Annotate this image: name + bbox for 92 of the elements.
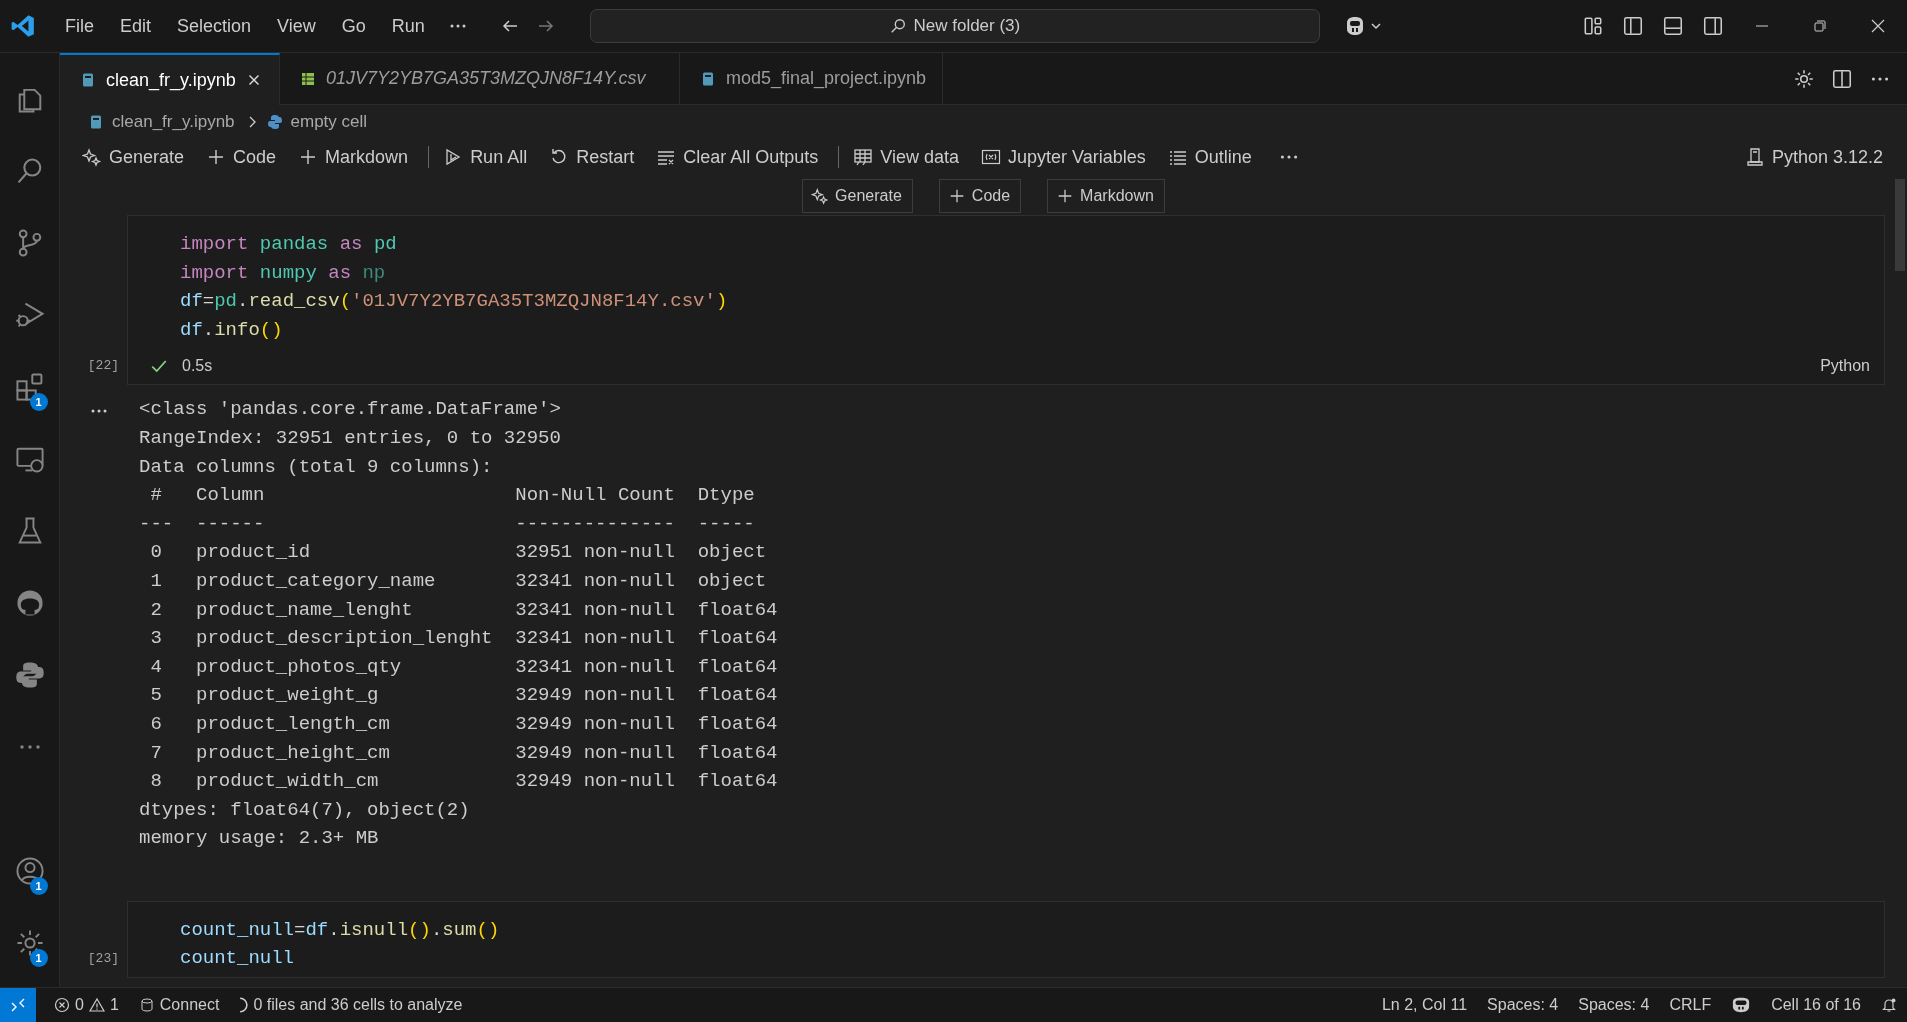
output-line: 3 product_description_lenght 32341 non-null float64 <box>149 626 778 652</box>
notebook-icon <box>700 70 716 87</box>
menu-item[interactable]: View <box>264 15 329 37</box>
spreadsheet-icon <box>300 70 316 87</box>
spinner-icon <box>239 997 249 1013</box>
execution-count: [22] <box>87 358 119 376</box>
output-line: --- ------ -------------- ----- <box>139 511 756 537</box>
insert-cell-button[interactable]: Generate <box>802 179 913 213</box>
notification-badge: 1 <box>29 877 48 895</box>
output-line: 1 product_category_name 32341 non-null object <box>149 568 768 594</box>
output-line: 7 product_height_cm 32949 non-null float64 <box>149 740 778 766</box>
output-line: <class 'pandas.core.frame.DataFrame'> <box>139 397 561 423</box>
toolbar-button[interactable]: Jupyter Variables <box>973 143 1154 171</box>
toolbar-button[interactable]: Markdown <box>290 143 417 171</box>
scrollbar[interactable] <box>1895 179 1905 271</box>
breadcrumb-item[interactable]: clean_fr_y.ipynb <box>112 112 235 132</box>
error-icon <box>54 997 70 1013</box>
editor-tab[interactable]: clean_fr_y.ipynb <box>60 53 280 105</box>
output-line: 2 product_name_lenght 32341 non-null float64 <box>149 597 778 623</box>
output-line: dtypes: float64(7), object(2) <box>139 797 470 823</box>
toolbar-button[interactable]: Restart <box>541 143 643 171</box>
cell-position[interactable]: Cell 16 of 16 <box>1761 996 1871 1014</box>
line-ending-status[interactable]: CRLF <box>1659 996 1722 1014</box>
output-line: memory usage: 2.3+ MB <box>139 826 379 852</box>
editor-tab[interactable]: 01JV7Y2YB7GA35T3MZQJN8F14Y.csv <box>280 53 680 105</box>
cursor-position[interactable]: Ln 2, Col 11 <box>1371 996 1478 1014</box>
execution-time: 0.5s <box>182 357 213 376</box>
warning-count[interactable]: 1 <box>109 996 119 1014</box>
output-line: 8 product_width_cm 32949 non-null float64 <box>149 769 778 795</box>
output-line: 5 product_weight_g 32949 non-null float64 <box>149 683 778 709</box>
code-line: import numpy as np <box>180 260 386 286</box>
panel-toggle-icon[interactable] <box>1662 15 1684 37</box>
search-icon <box>889 17 908 35</box>
secondary-sidebar-icon[interactable] <box>1702 15 1724 37</box>
bell-icon[interactable] <box>1881 997 1897 1013</box>
remote-icon <box>10 997 26 1013</box>
notebook-icon <box>80 72 96 88</box>
notebook-icon <box>88 114 104 130</box>
code-line: count_null=df.isnull().sum() <box>180 917 500 943</box>
editor-tab[interactable]: mod5_final_project.ipynb <box>680 53 944 105</box>
copilot-icon[interactable] <box>1731 996 1752 1014</box>
table-icon <box>853 147 874 167</box>
execution-count: [23] <box>87 951 119 969</box>
toolbar-button[interactable]: Clear All Outputs <box>648 143 827 171</box>
layout-icon[interactable] <box>1582 15 1604 37</box>
menu-item[interactable]: Edit <box>107 15 165 37</box>
output-line: 0 product_id 32951 non-null object <box>149 540 768 566</box>
indentation-status[interactable]: Spaces: 4 <box>1477 996 1569 1014</box>
code-cell[interactable]: import pandas as pd import numpy as np df=pd.read_csv('01JV7Y2YB7GA35T3MZQJN8F14Y.csv') df.info() 0.5s Python <box>127 215 1885 386</box>
python-icon[interactable] <box>13 659 46 691</box>
search-field[interactable]: New folder (3) <box>589 9 1320 43</box>
menu-item[interactable]: Run <box>378 15 438 37</box>
output-line: 6 product_length_cm 32949 non-null float64 <box>149 711 778 737</box>
python-icon <box>266 114 283 130</box>
database-icon <box>138 997 155 1013</box>
warning-icon <box>88 997 105 1013</box>
error-count[interactable]: 0 <box>75 996 84 1014</box>
settings-icon[interactable] <box>1793 67 1815 90</box>
notification-badge: 1 <box>29 393 48 411</box>
notification-badge: 1 <box>29 949 48 967</box>
toolbar-button[interactable]: Code <box>198 143 285 171</box>
output-line: RangeIndex: 32951 entries, 0 to 32950 <box>139 425 561 451</box>
split-editor-icon[interactable] <box>1831 67 1853 90</box>
breadcrumb-item[interactable]: empty cell <box>290 112 368 132</box>
code-cell[interactable]: count_null=df.isnull().sum() count_null <box>127 900 1885 979</box>
server-icon <box>1744 147 1765 167</box>
kernel-picker[interactable]: Python 3.12.2 <box>1736 143 1891 171</box>
sidebar-toggle-icon[interactable] <box>1622 15 1644 37</box>
connect-status[interactable]: Connect <box>159 996 220 1014</box>
code-line: import pandas as pd <box>180 232 397 257</box>
toolbar-button[interactable]: Outline <box>1159 143 1260 171</box>
output-line: 4 product_photos_qty 32341 non-null float64 <box>149 654 778 680</box>
sparkle-icon <box>811 187 830 205</box>
insert-cell-button[interactable]: Markdown <box>1047 179 1165 213</box>
analysis-status[interactable]: 0 files and 36 cells to analyze <box>253 996 463 1014</box>
sparkle-icon <box>82 147 102 167</box>
variables-icon <box>981 147 1001 167</box>
toolbar-button[interactable]: View data <box>845 143 967 171</box>
insert-cell-button[interactable]: Code <box>938 179 1022 213</box>
menu-item[interactable]: File <box>52 15 107 37</box>
cell-language[interactable]: Python <box>1820 357 1870 376</box>
toolbar-button[interactable]: Run All <box>435 143 536 171</box>
code-line: count_null <box>180 946 295 972</box>
vscode-logo[interactable] <box>10 13 36 39</box>
indentation-status[interactable]: Spaces: 4 <box>1568 996 1660 1014</box>
output-line: Data columns (total 9 columns): <box>139 454 493 480</box>
menu-item[interactable]: Selection <box>164 15 265 37</box>
menu-item[interactable]: Go <box>328 15 379 37</box>
toolbar-button[interactable]: Generate <box>74 143 193 171</box>
code-line: df=pd.read_csv('01JV7Y2YB7GA35T3MZQJN8F14Y.csv') <box>180 289 728 315</box>
output-line: # Column Non-Null Count Dtype <box>149 483 756 509</box>
code-line: df.info() <box>180 317 283 343</box>
